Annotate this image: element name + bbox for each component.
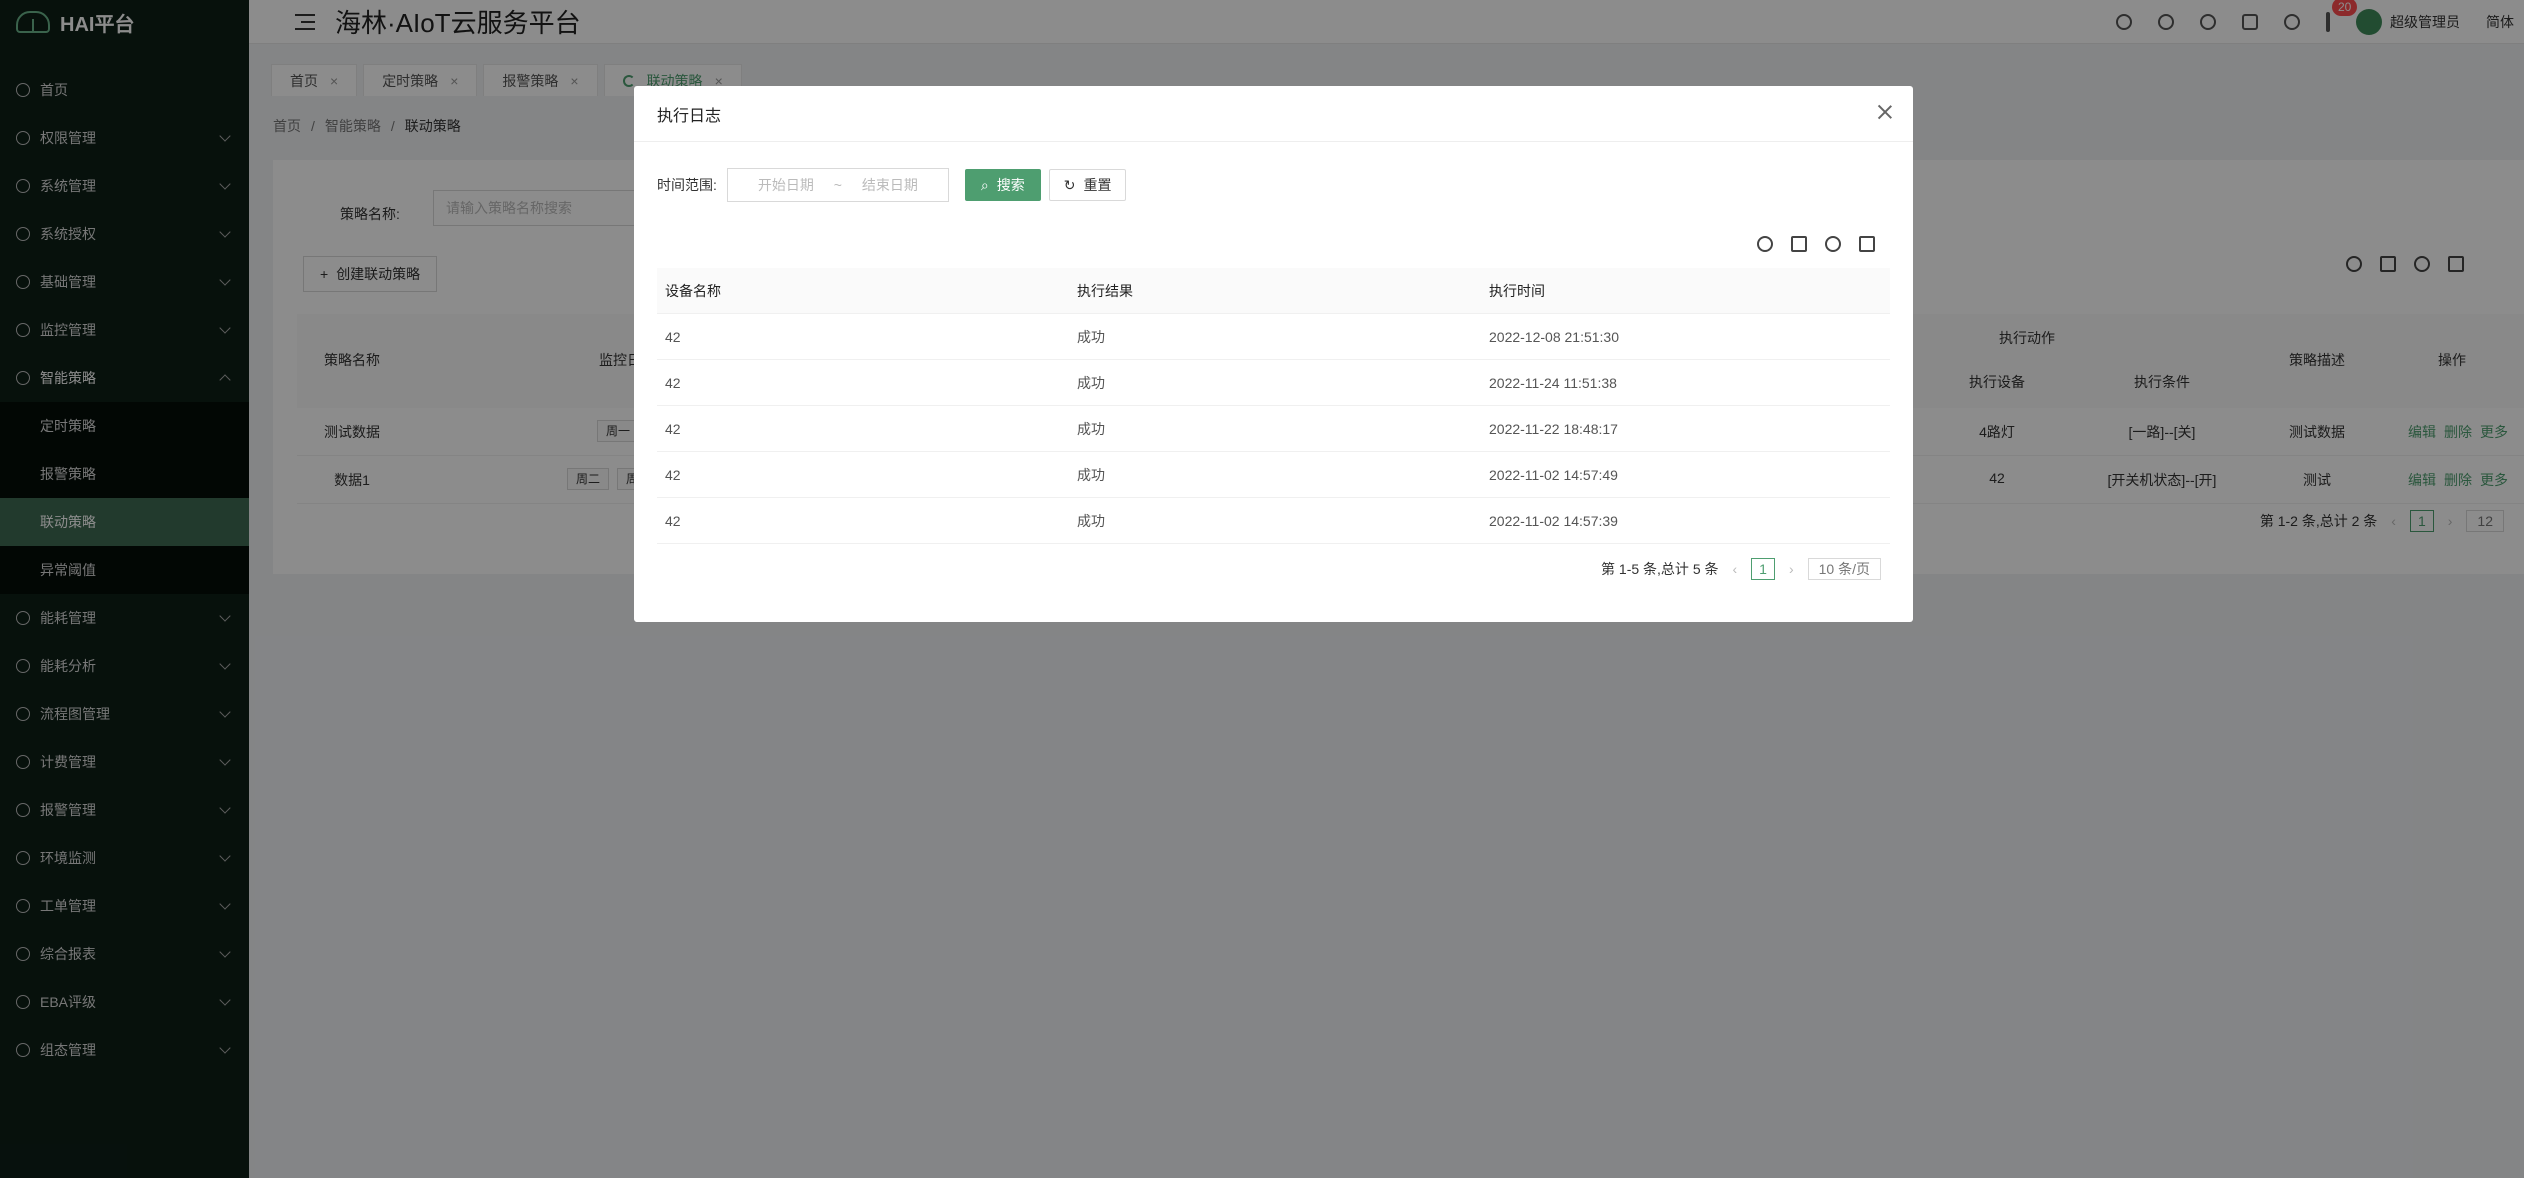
cell-exec-time: 2022-11-02 14:57:39 [1489, 512, 1618, 529]
cell-device-name: 42 [665, 420, 681, 437]
next-page-icon[interactable]: › [1789, 561, 1794, 577]
search-button[interactable]: ⌕ 搜索 [964, 169, 1041, 201]
table-row: 42 成功 2022-11-24 11:51:38 [657, 360, 1890, 406]
refresh-icon: ↻ [1063, 176, 1076, 193]
cell-device-name: 42 [665, 374, 681, 391]
table-row: 42 成功 2022-12-08 21:51:30 [657, 314, 1890, 360]
start-date-input[interactable]: 开始日期 [758, 175, 814, 195]
log-table: 设备名称 执行结果 执行时间 42 成功 2022-12-08 21:51:30 4… [657, 268, 1890, 544]
table-row: 42 成功 2022-11-22 18:48:17 [657, 406, 1890, 452]
cell-exec-time: 2022-12-08 21:51:30 [1489, 328, 1619, 345]
modal-title: 执行日志 [657, 107, 722, 125]
cell-exec-time: 2022-11-22 18:48:17 [1489, 420, 1618, 437]
cell-exec-time: 2022-11-24 11:51:38 [1489, 374, 1617, 391]
date-range-picker[interactable]: 开始日期 ~ 结束日期 [726, 168, 949, 202]
range-separator: ~ [833, 177, 842, 193]
col-device-name: 设备名称 [665, 282, 721, 299]
modal-table-toolbar [1757, 236, 1875, 252]
table-row: 42 成功 2022-11-02 14:57:39 [657, 498, 1890, 544]
cell-device-name: 42 [665, 512, 681, 529]
col-exec-time: 执行时间 [1489, 282, 1545, 299]
col-result: 执行结果 [1077, 282, 1133, 299]
page-1[interactable]: 1 [1751, 558, 1775, 580]
density-icon[interactable] [1791, 236, 1807, 252]
execution-log-modal: 执行日志 时间范围: 开始日期 ~ 结束日期 ⌕ 搜索 ↻ 重置 设备名称 执行结果… [634, 86, 1913, 622]
pagination-total: 第 1-5 条,总计 5 条 [1601, 561, 1719, 577]
cell-exec-time: 2022-11-02 14:57:49 [1489, 466, 1618, 483]
cell-result: 成功 [1077, 328, 1105, 345]
cell-result: 成功 [1077, 466, 1105, 483]
refresh-icon[interactable] [1757, 236, 1773, 252]
end-date-input[interactable]: 结束日期 [862, 175, 918, 195]
log-pagination: 第 1-5 条,总计 5 条 ‹ 1 › 10 条/页 [1601, 558, 1881, 580]
search-icon: ⌕ [980, 176, 989, 193]
gear-icon[interactable] [1825, 236, 1841, 252]
prev-page-icon[interactable]: ‹ [1733, 561, 1738, 577]
reset-button[interactable]: ↻ 重置 [1048, 169, 1127, 201]
fullscreen-icon[interactable] [1859, 236, 1875, 252]
modal-header: 执行日志 [634, 86, 1913, 142]
cell-result: 成功 [1077, 420, 1105, 437]
cell-device-name: 42 [665, 328, 681, 345]
time-range-label: 时间范围: [657, 177, 717, 193]
cell-result: 成功 [1077, 512, 1105, 529]
page-size-select[interactable]: 10 条/页 [1807, 558, 1881, 580]
log-table-header: 设备名称 执行结果 执行时间 [657, 268, 1890, 314]
close-icon[interactable] [1877, 104, 1893, 120]
cell-device-name: 42 [665, 466, 681, 483]
table-row: 42 成功 2022-11-02 14:57:49 [657, 452, 1890, 498]
modal-filter: 时间范围: 开始日期 ~ 结束日期 ⌕ 搜索 ↻ 重置 [657, 168, 1127, 202]
cell-result: 成功 [1077, 374, 1105, 391]
